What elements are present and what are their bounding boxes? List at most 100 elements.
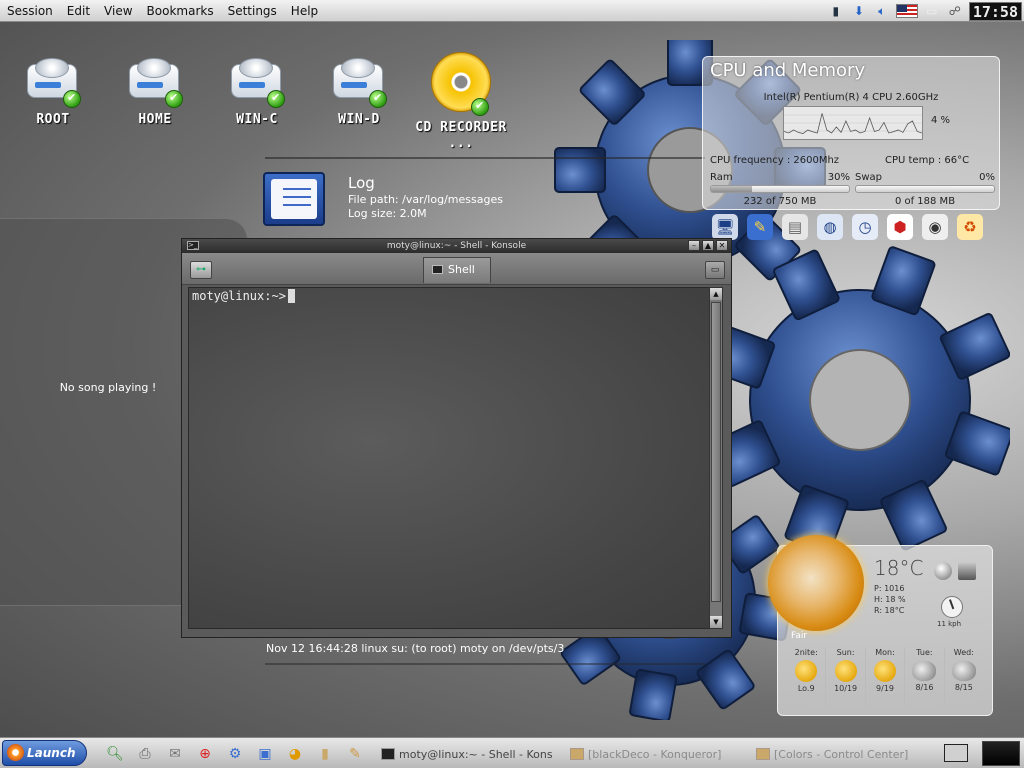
minimize-button[interactable]: – <box>688 240 700 251</box>
hard-drive-icon <box>329 56 389 108</box>
cpu-usage-percent: 4 % <box>931 115 951 126</box>
weather-forecast: 2nite: Lo.9 Sun: 10/19 Mon: 9/19 Tue: 8/… <box>787 648 983 706</box>
media-icon[interactable]: ◕ <box>284 743 306 765</box>
help-icon[interactable]: ⊕ <box>194 743 216 765</box>
menu-session[interactable]: Session <box>0 0 60 22</box>
desktop-icon-cd-recorder[interactable]: CD RECORDER ... <box>415 52 506 152</box>
wind-speed: 11 kph <box>937 620 962 628</box>
forecast-day-temps: 10/19 <box>834 684 858 693</box>
desktop-icon-win-d[interactable]: WIN-D <box>314 56 404 128</box>
maximize-button[interactable]: ▲ <box>702 240 714 251</box>
monitor-icon[interactable]: 🖥︎ <box>712 214 738 240</box>
cpu-widget-title: CPU and Memory <box>710 60 866 81</box>
printer-icon[interactable]: ⎙ <box>134 743 156 765</box>
tools-icon[interactable]: ✎ <box>747 214 773 240</box>
show-desktop-button[interactable] <box>982 741 1020 766</box>
desktop-pager[interactable] <box>944 744 968 762</box>
desktop-icon-label: CD RECORDER ... <box>415 120 507 151</box>
keyboard-layout-flag-icon[interactable] <box>895 4 918 18</box>
ram-percent: 30% <box>827 172 850 183</box>
mail-icon[interactable]: ✉ <box>164 743 186 765</box>
trash-icon[interactable]: ♻ <box>957 214 983 240</box>
menu-settings[interactable]: Settings <box>221 0 284 22</box>
swap-label: Swap <box>855 172 883 183</box>
menu-view[interactable]: View <box>97 0 139 22</box>
cpu-temperature: CPU temp : 66°C <box>885 155 970 166</box>
download-icon[interactable]: ⬇ <box>850 3 868 19</box>
cloud-icon <box>912 661 937 681</box>
quick-launch-bar: 🖥︎ ✎ ▤ ◍ ◷ ⬢ ◉ ♻ <box>712 214 983 240</box>
menu-help[interactable]: Help <box>284 0 325 22</box>
hard-drive-icon <box>227 56 287 108</box>
scroll-up-button[interactable]: ▲ <box>710 288 722 300</box>
terminal-icon <box>381 748 395 760</box>
cpu-model: Intel(R) Pentium(R) 4 CPU 2.60GHz <box>763 92 939 103</box>
weather-condition-icon <box>768 535 864 631</box>
menu-bookmarks[interactable]: Bookmarks <box>140 0 221 22</box>
log-entry: Nov 12 16:44:28 linux su: (to root) moty… <box>266 642 565 655</box>
cloud-icon <box>951 661 976 681</box>
desktop-icon-root[interactable]: ROOT <box>8 56 98 128</box>
cpu-usage-line <box>784 113 922 134</box>
new-tab-button[interactable]: ⊶ <box>190 261 212 279</box>
hard-drive-icon[interactable]: ▤ <box>782 214 808 240</box>
launch-button[interactable]: Launch <box>2 740 87 766</box>
text-cursor <box>287 289 295 303</box>
weather-realfeel: R: 18°C <box>874 606 905 615</box>
desktop-icon-label: WIN-C <box>236 112 278 127</box>
forecast-day: 2nite: Lo.9 <box>787 648 827 706</box>
network-icon[interactable]: ☍ <box>946 3 964 19</box>
menu-edit[interactable]: Edit <box>60 0 97 22</box>
task-control-center[interactable]: [Colors - Control Center] <box>756 743 908 765</box>
terminal-scrollbar[interactable]: ▲ ▼ <box>709 287 723 629</box>
menubar: Session Edit View Bookmarks Settings Hel… <box>0 0 1024 22</box>
game-icon[interactable]: ▣ <box>254 743 276 765</box>
settings-icon[interactable]: ⚙ <box>224 743 246 765</box>
task-label: [blackDeco - Konqueror] <box>588 747 722 761</box>
scroll-thumb[interactable] <box>711 302 721 602</box>
sun-icon <box>874 660 897 682</box>
clock[interactable]: 17:58 <box>968 1 1022 21</box>
desktop-icon-home[interactable]: HOME <box>110 56 200 128</box>
terminal-area[interactable]: moty@linux:~> <box>188 287 710 629</box>
window-titlebar[interactable]: >_ moty@linux:~ - Shell - Konsole – ▲ ✕ <box>182 239 731 253</box>
hard-drive-icon <box>125 56 185 108</box>
close-button[interactable]: ✕ <box>716 240 728 251</box>
window-title: moty@linux:~ - Shell - Konsole <box>386 241 527 251</box>
ram-bar-fill <box>711 186 753 192</box>
weather-humidity: H: 18 % <box>874 595 906 604</box>
terminal-icon <box>432 265 443 274</box>
scroll-down-button[interactable]: ▼ <box>710 616 722 628</box>
terminal-icon[interactable]: >_ <box>187 241 199 250</box>
globe-icon[interactable]: ◍ <box>817 214 843 240</box>
konsole-window[interactable]: >_ moty@linux:~ - Shell - Konsole – ▲ ✕ … <box>181 238 732 638</box>
satellite-map-icon[interactable] <box>958 562 976 580</box>
tab-shell[interactable]: Shell <box>423 257 491 283</box>
task-konqueror[interactable]: [blackDeco - Konqueror] <box>570 743 721 765</box>
clock-icon[interactable]: ◷ <box>852 214 878 240</box>
log-title: Log <box>348 174 375 192</box>
cpu-usage-graph <box>783 106 923 140</box>
volume-icon[interactable]: 🔈︎ <box>873 3 891 19</box>
desktop-icon-win-c[interactable]: WIN-C <box>212 56 302 128</box>
weather-condition-text: Fair <box>791 631 808 641</box>
log-icon[interactable] <box>263 172 325 226</box>
usb-icon[interactable]: ▮ <box>827 3 845 19</box>
forecast-day-name: Mon: <box>875 648 895 657</box>
globe-icon[interactable] <box>934 562 952 580</box>
pdf-icon[interactable]: ⬢ <box>887 214 913 240</box>
swap-meter: Swap 0% 0 of 188 MB <box>855 172 995 207</box>
shell-prompt: moty@linux:~> <box>192 289 286 303</box>
folder-icon <box>570 748 584 760</box>
search-icon[interactable]: 🔍︎ <box>104 743 126 765</box>
cd-icon[interactable]: ◉ <box>922 214 948 240</box>
clipboard-icon[interactable]: ▭ <box>923 3 941 19</box>
close-tab-button[interactable]: ▭ <box>705 261 725 279</box>
edit-icon[interactable]: ✎ <box>344 743 366 765</box>
ram-label: Ram <box>710 172 733 183</box>
wind-direction-icon <box>941 596 963 618</box>
notes-icon[interactable]: ▮ <box>314 743 336 765</box>
forecast-day-name: Sun: <box>836 648 855 657</box>
desktop-icon-label: ROOT <box>36 112 70 127</box>
task-konsole[interactable]: moty@linux:~ - Shell - Kons <box>381 743 553 765</box>
